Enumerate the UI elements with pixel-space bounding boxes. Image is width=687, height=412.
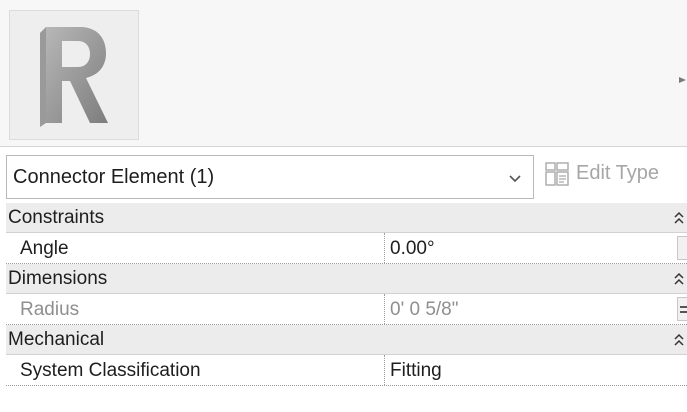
associate-parameter-button[interactable] [677, 297, 687, 321]
edit-type-icon [545, 162, 569, 186]
type-preview-area [0, 0, 687, 147]
edit-type-label: Edit Type [576, 162, 660, 184]
properties-grid: Constraints Angle 0.00° Dimensions Radiu… [6, 203, 687, 386]
properties-palette: Connector Element (1) Edit Type Constrai… [0, 0, 687, 412]
radius-value-field: 0' 0 5/8" [390, 299, 459, 320]
angle-side-button[interactable] [677, 236, 687, 260]
collapse-icon[interactable] [673, 272, 685, 286]
revit-logo-icon [40, 27, 108, 127]
group-header-mechanical[interactable]: Mechanical [6, 325, 687, 355]
preview-scroll-arrow-icon[interactable] [677, 74, 687, 86]
column-divider[interactable] [384, 355, 385, 385]
group-header-dimensions[interactable]: Dimensions [6, 264, 687, 294]
property-name: System Classification [20, 360, 201, 381]
property-row-angle: Angle 0.00° [6, 233, 687, 264]
group-label: Dimensions [8, 268, 108, 289]
system-classification-value-field[interactable]: Fitting [390, 360, 442, 382]
chevron-down-icon [509, 175, 521, 183]
collapse-icon[interactable] [673, 211, 685, 225]
property-row-radius: Radius 0' 0 5/8" [6, 294, 687, 325]
collapse-icon[interactable] [673, 333, 685, 347]
family-preview-thumbnail [9, 10, 139, 140]
angle-value-field[interactable]: 0.00° [390, 238, 435, 260]
group-label: Mechanical [8, 329, 105, 350]
column-divider[interactable] [384, 233, 385, 263]
type-selector-value: Connector Element (1) [13, 166, 215, 188]
group-label: Constraints [8, 207, 105, 228]
type-selector-dropdown[interactable]: Connector Element (1) [6, 155, 534, 199]
column-divider[interactable] [384, 294, 385, 324]
type-selector-row: Connector Element (1) Edit Type [0, 151, 687, 203]
property-row-system-classification: System Classification Fitting [6, 355, 687, 386]
property-name: Radius [20, 299, 80, 320]
group-header-constraints[interactable]: Constraints [6, 203, 687, 233]
property-name: Angle [20, 238, 69, 259]
